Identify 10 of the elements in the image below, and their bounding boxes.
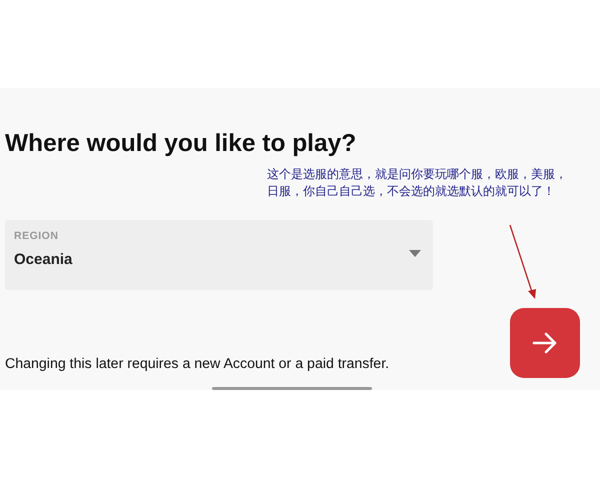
- region-label: REGION: [14, 230, 58, 242]
- caret-icon: [409, 250, 421, 257]
- annotation-text: 日服，你自己自己选，不会选的就选默认的就可以了！: [267, 183, 556, 200]
- region-dropdown[interactable]: REGION Oceania: [5, 220, 433, 290]
- arrow-right-icon: [532, 332, 558, 354]
- notice-text: Changing this later requires a new Account or a paid transfer.: [5, 356, 390, 372]
- annotation-text: 这个是选服的意思，就是问你要玩哪个服，欧服，美服，: [267, 166, 568, 183]
- next-button[interactable]: [510, 308, 580, 378]
- region-value: Oceania: [14, 251, 72, 268]
- page-heading: Where would you like to play?: [5, 129, 358, 158]
